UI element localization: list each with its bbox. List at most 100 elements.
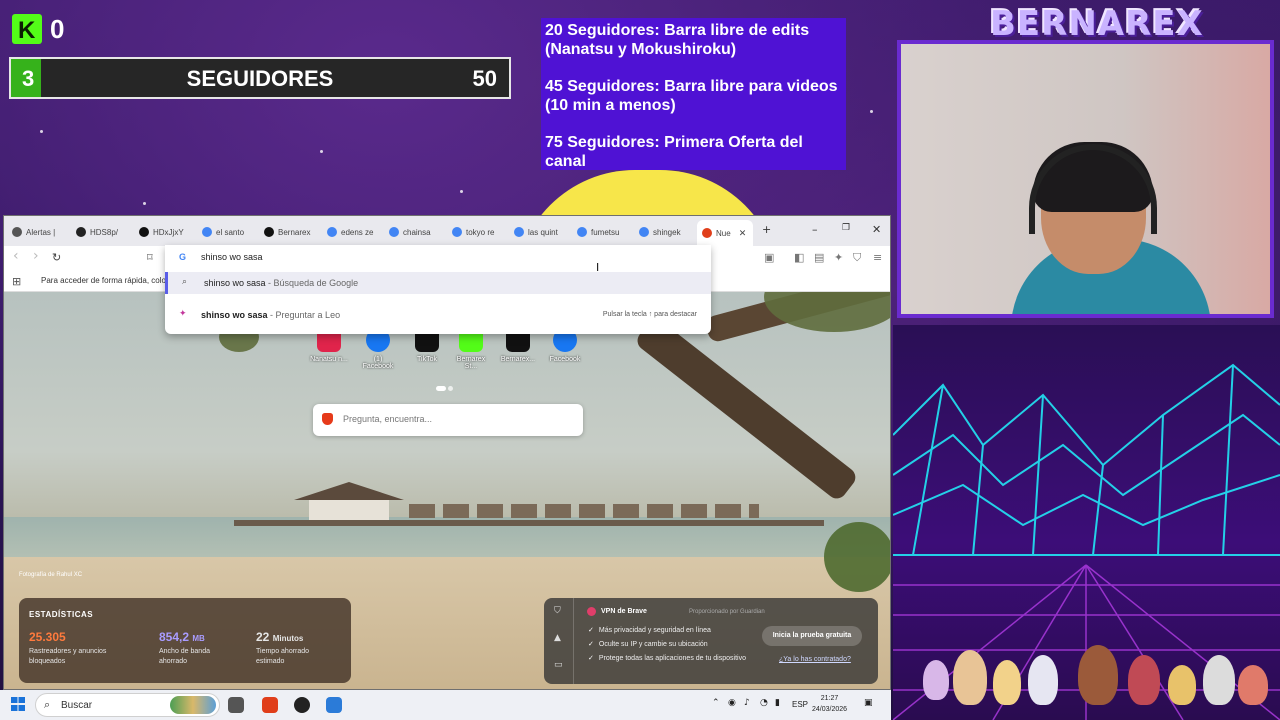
follower-label: SEGUIDORES xyxy=(186,66,334,91)
goal-item: 45 Seguidores: Barra libre para videos (… xyxy=(545,78,838,114)
chibi-character xyxy=(923,660,949,700)
triangle-icon[interactable]: ▲ xyxy=(554,633,561,643)
shortcut-page-dots[interactable] xyxy=(436,378,456,391)
tab-tokyo[interactable]: tokyo re xyxy=(452,222,504,242)
screenshot-icon[interactable]: ▣ xyxy=(764,251,774,264)
bookmark-button[interactable]: ⌑ xyxy=(147,251,153,264)
taskbar-search[interactable]: ⌕ Buscar xyxy=(35,693,220,717)
google-icon xyxy=(327,227,337,237)
card-icon[interactable]: ▭ xyxy=(554,660,563,670)
address-bar-dropdown: G shinso wo sasa ⌕ shinso wo sasa - Búsq… xyxy=(165,245,711,334)
tab-github[interactable]: HDS8p/ xyxy=(76,222,128,242)
shortcut-facebook-1[interactable]: (1) Facebook xyxy=(358,328,398,370)
kick-follower-count: 0 xyxy=(50,14,65,44)
tab-new-tab-active[interactable]: Nue ✕ xyxy=(697,220,753,246)
leo-icon: ✦ xyxy=(179,309,187,319)
forward-button[interactable]: › xyxy=(33,248,39,264)
chibi-character xyxy=(1078,645,1118,705)
volume-icon[interactable]: ◔ xyxy=(760,698,768,708)
windows-start-icon[interactable] xyxy=(11,697,25,711)
notifications-icon[interactable]: ▣ xyxy=(864,698,873,708)
suggestion-ask-leo[interactable]: ✦ shinso wo sasa - Preguntar a Leo Pulsa… xyxy=(165,304,711,326)
vpn-shield-icon[interactable]: ⛉ xyxy=(853,251,861,265)
neon-grid-decoration xyxy=(893,325,1280,720)
star xyxy=(870,110,873,113)
tab-edens-zero[interactable]: edens ze xyxy=(327,222,379,242)
address-bar-value: shinso wo sasa xyxy=(201,252,263,262)
shortcut-bernarex-kick[interactable]: Bernarex St... xyxy=(451,328,491,370)
task-view-icon[interactable] xyxy=(228,697,244,713)
vpn-provider: Proporcionado por Guardian xyxy=(689,609,765,615)
obs-taskbar-icon[interactable] xyxy=(294,697,310,713)
tab-el-santo[interactable]: el santo xyxy=(202,222,254,242)
google-icon: G xyxy=(179,252,187,262)
leo-search-box[interactable]: Pregunta, encuentra... xyxy=(313,404,583,436)
network-icon[interactable]: ▮ xyxy=(775,698,780,708)
leo-ai-icon[interactable]: ✦ xyxy=(834,251,843,264)
tray-app-icon[interactable]: ◉ xyxy=(728,698,736,708)
sidebar-icon[interactable]: ◧ xyxy=(794,251,804,264)
x-icon xyxy=(139,227,149,237)
new-tab-button[interactable]: + xyxy=(762,223,771,236)
tab-las-quintillizas[interactable]: las quint xyxy=(514,222,566,242)
language-indicator[interactable]: ESP xyxy=(792,700,808,709)
vpn-trial-button[interactable]: Inicia la prueba gratuita xyxy=(762,626,862,646)
restore-button[interactable]: ❐ xyxy=(842,223,850,233)
vpn-already-subscribed-link[interactable]: ¿Ya lo has contratado? xyxy=(779,656,851,663)
widget-side-nav: ⛉ ▲ ▭ xyxy=(544,598,574,684)
vpn-feature: Protege todas las aplicaciones de tu dis… xyxy=(588,654,746,662)
goal-item: 20 Seguidores: Barra libre de edits (Nan… xyxy=(545,22,810,58)
tab-fumetsu[interactable]: fumetsu xyxy=(577,222,629,242)
stats-title: ESTADÍSTICAS xyxy=(29,610,94,619)
stat-trackers: 25.305 Rastreadores y anuncios bloqueado… xyxy=(29,630,107,665)
vpn-shield-icon[interactable]: ⛉ xyxy=(554,606,561,616)
star xyxy=(460,190,463,193)
taskbar-clock[interactable]: 21:27 24/03/2026 xyxy=(812,693,847,715)
x-icon xyxy=(264,227,274,237)
github-icon xyxy=(76,227,86,237)
address-bar[interactable]: G shinso wo sasa xyxy=(165,245,711,269)
brave-icon xyxy=(322,413,333,425)
app-taskbar-icon[interactable] xyxy=(326,697,342,713)
follower-goal-bar: 3 SEGUIDORES 50 xyxy=(9,57,511,99)
menu-icon[interactable]: ≡ xyxy=(873,251,882,264)
chibi-character xyxy=(1028,655,1058,705)
background-pier-huts xyxy=(409,504,759,518)
star xyxy=(320,150,323,153)
close-tab-icon[interactable]: ✕ xyxy=(739,228,747,239)
apps-grid-icon[interactable]: ⊞ xyxy=(12,275,21,288)
tab-alertas[interactable]: Alertas | xyxy=(12,222,67,242)
tray-chevron-icon[interactable]: ⌃ xyxy=(712,698,720,708)
search-icon: ⌕ xyxy=(182,277,188,287)
vpn-feature: Más privacidad y seguridad en línea xyxy=(588,626,711,634)
vpn-logo-icon xyxy=(587,607,596,616)
tab-chainsaw[interactable]: chainsa xyxy=(389,222,441,242)
microphone-icon[interactable]: ♪ xyxy=(744,698,750,708)
stats-card: ESTADÍSTICAS 25.305 Rastreadores y anunc… xyxy=(19,598,351,683)
text-cursor-icon: I xyxy=(596,261,600,274)
wallet-icon[interactable]: ▤ xyxy=(814,251,824,264)
chibi-character xyxy=(1238,665,1268,705)
brave-taskbar-icon[interactable] xyxy=(262,697,278,713)
back-button[interactable]: ‹ xyxy=(13,248,19,264)
webcam-feed xyxy=(897,40,1274,318)
google-icon xyxy=(202,227,212,237)
bookmarks-hint: Para acceder de forma rápida, coloc xyxy=(41,276,170,285)
brave-icon xyxy=(12,227,22,237)
reload-button[interactable]: ↻ xyxy=(52,251,61,264)
minimize-button[interactable]: – xyxy=(812,223,818,236)
kick-logo-icon: K xyxy=(12,14,42,44)
photo-credit[interactable]: Fotografía de Rahul XC xyxy=(19,572,82,578)
search-highlight-image xyxy=(170,696,216,714)
close-window-button[interactable]: ✕ xyxy=(872,223,881,236)
suggestion-google-search[interactable]: ⌕ shinso wo sasa - Búsqueda de Google xyxy=(165,272,711,294)
tab-shingeki[interactable]: shingek xyxy=(639,222,691,242)
vpn-title: VPN de Brave xyxy=(587,607,647,616)
search-icon: ⌕ xyxy=(44,698,51,711)
chibi-character xyxy=(1203,655,1235,705)
windows-taskbar: ⌕ Buscar ⌃ ◉ ♪ ◔ ▮ ESP 21:27 24/03/2026 … xyxy=(0,690,891,720)
tab-x[interactable]: HDxJjxY xyxy=(139,222,191,242)
background-tree-trunk xyxy=(633,315,860,503)
tab-bernarex[interactable]: Bernarex xyxy=(264,222,316,242)
brand-logo: BERNAREX xyxy=(990,4,1204,44)
